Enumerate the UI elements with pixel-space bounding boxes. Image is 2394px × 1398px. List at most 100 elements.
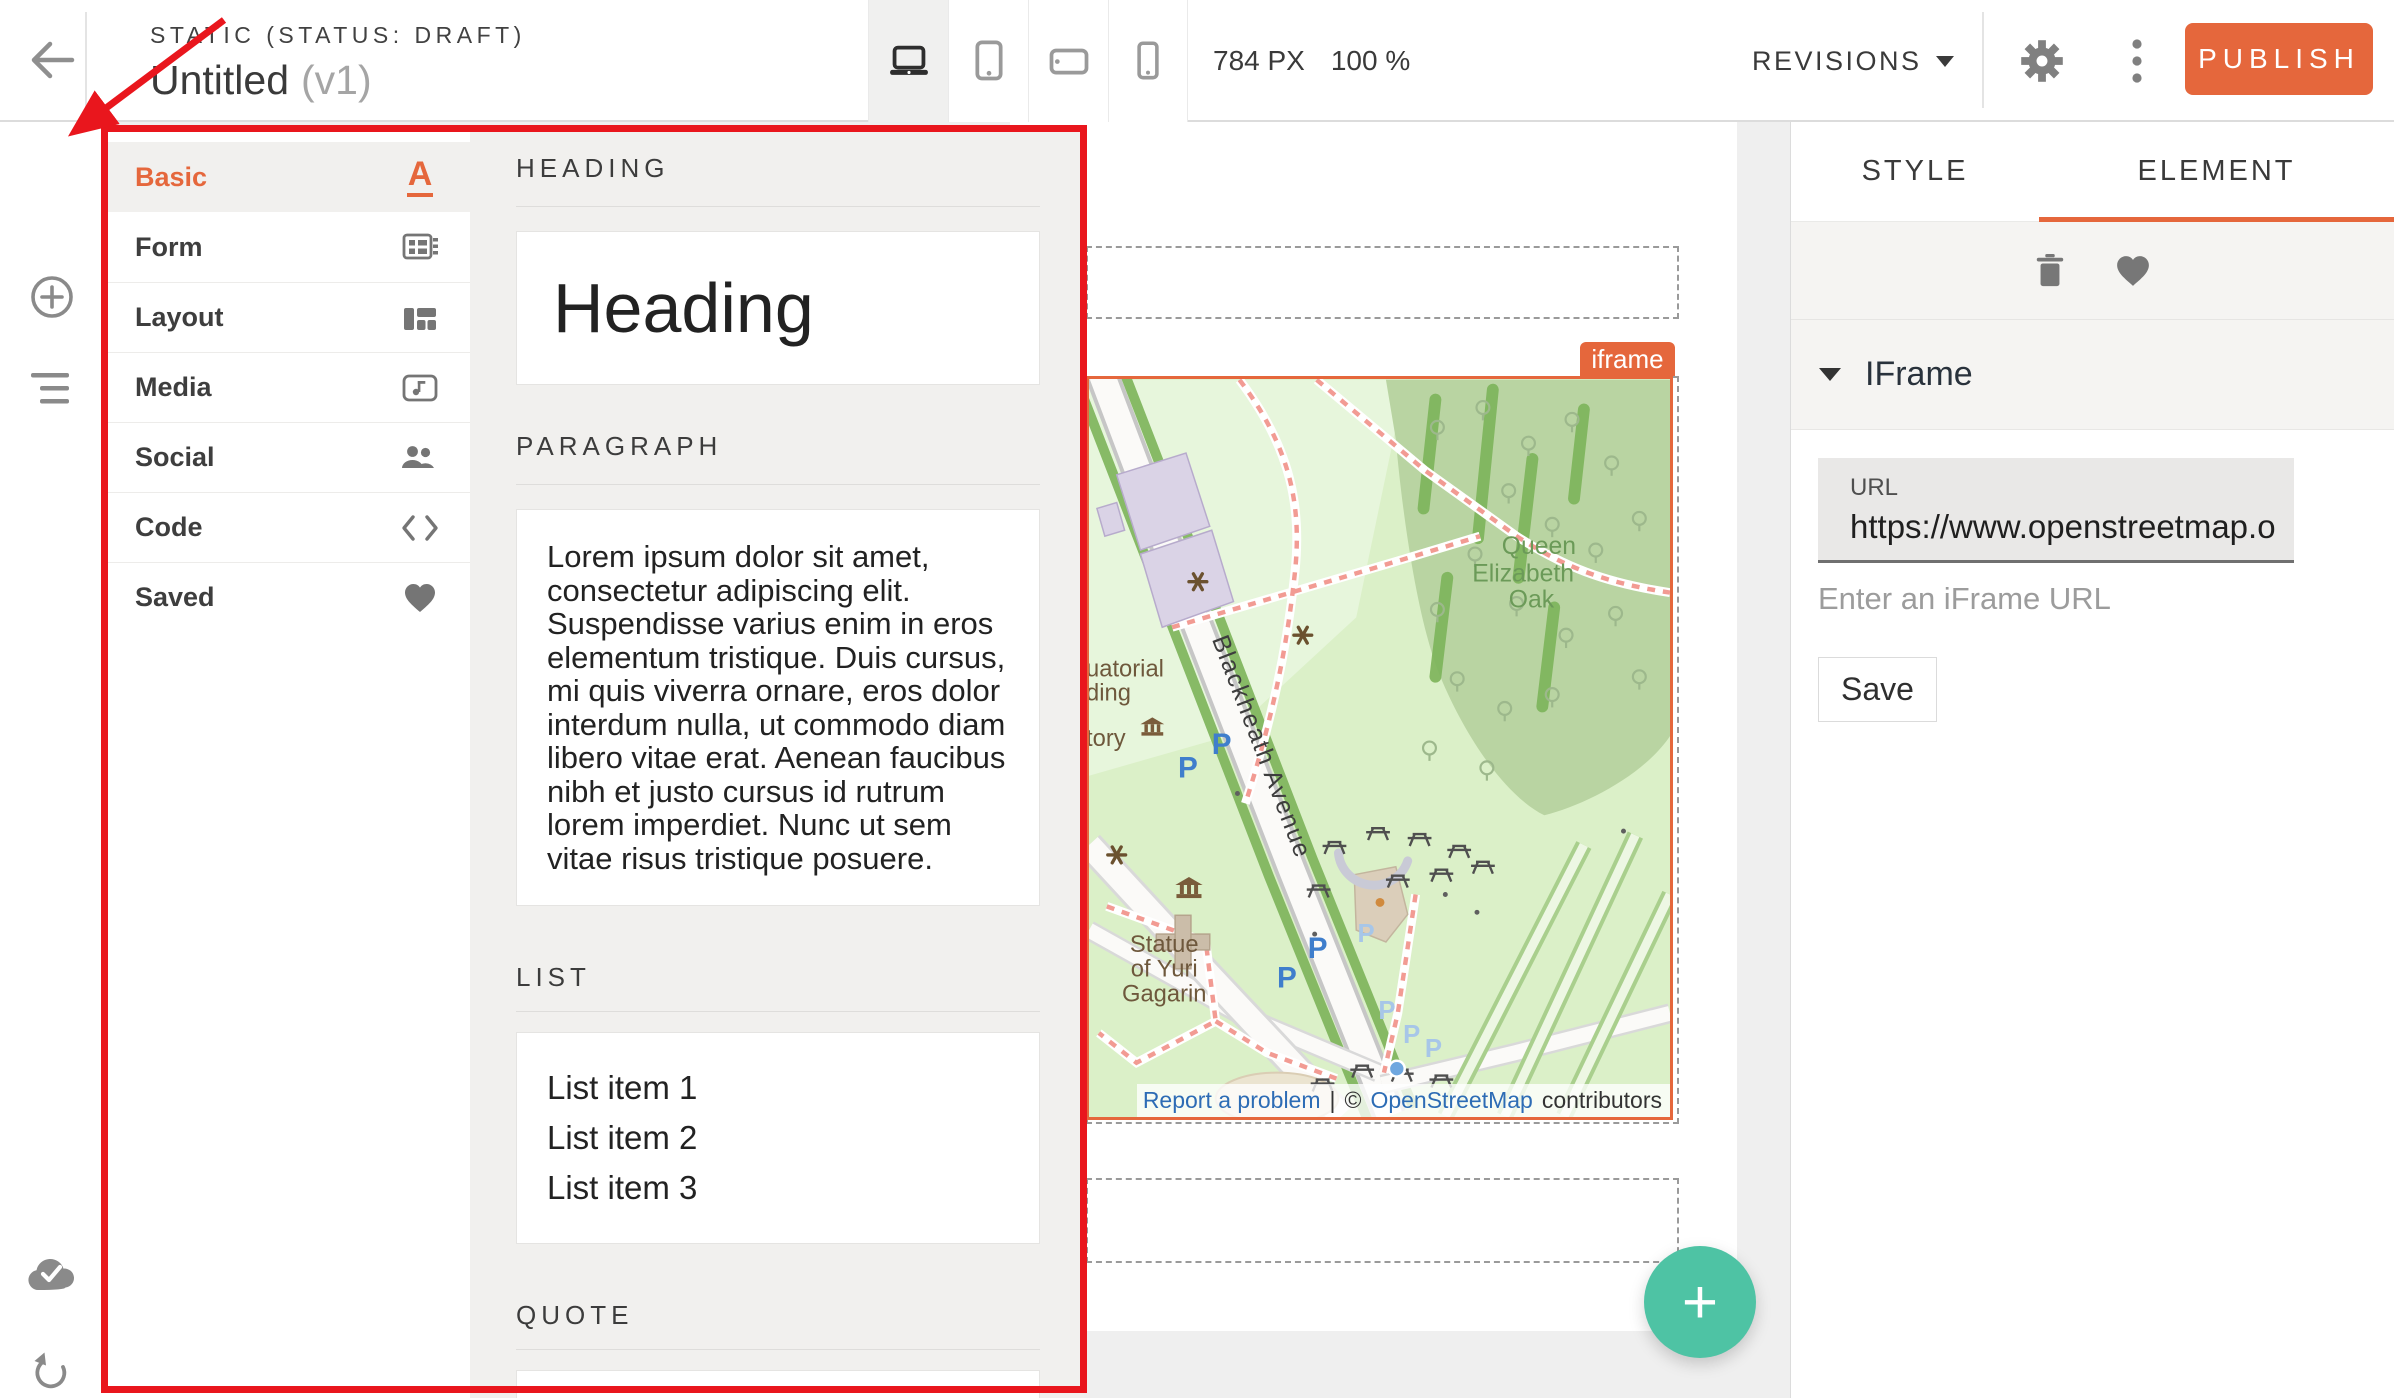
viewport-width-value: 784 PX [1213, 45, 1305, 77]
gear-icon [2016, 35, 2068, 87]
phone-icon [1128, 40, 1168, 82]
list-lines-icon [31, 373, 69, 407]
tab-style[interactable]: STYLE [1791, 122, 2039, 221]
list-item-preview: List item 2 [547, 1113, 1009, 1163]
osm-map-preview: P P P P P P P P Queen Elizabeth Oak [1089, 379, 1670, 1117]
parking-marker: P [1425, 1035, 1442, 1063]
topbar-divider [1982, 12, 1984, 108]
drop-zone-top[interactable] [1086, 246, 1679, 319]
attribution-separator: | [1330, 1087, 1336, 1114]
parking-marker: P [1378, 997, 1395, 1025]
tab-element[interactable]: ELEMENT [2039, 122, 2394, 221]
openstreetmap-link[interactable]: OpenStreetMap [1370, 1087, 1532, 1114]
map-attribution: Report a problem | © OpenStreetMap contr… [1137, 1084, 1670, 1117]
inspector-tabs: STYLE ELEMENT [1791, 122, 2394, 222]
paragraph-element-card[interactable]: Lorem ipsum dolor sit amet, consectetur … [516, 509, 1040, 906]
publish-button[interactable]: PUBLISH [2185, 23, 2373, 95]
collapse-caret-icon [1819, 368, 1841, 381]
element-categories: Basic A Form [101, 125, 470, 1398]
inspector-panel: STYLE ELEMENT IFrame URL [1790, 122, 2394, 1398]
code-icon [400, 510, 440, 546]
element-actions [1791, 222, 2394, 320]
add-element-button[interactable] [30, 275, 74, 324]
revisions-dropdown[interactable]: REVISIONS [1752, 0, 1954, 122]
layers-outline-button[interactable] [31, 373, 69, 412]
device-preview-switcher [868, 0, 1188, 122]
category-social[interactable]: Social [101, 422, 470, 492]
zoom-level-value: 100 % [1331, 45, 1410, 77]
page-title[interactable]: Untitled [150, 57, 289, 103]
laptop-icon [887, 41, 931, 81]
category-media[interactable]: Media [101, 352, 470, 422]
page-title-block: STATIC (STATUS: DRAFT) Untitled (v1) [150, 22, 526, 104]
map-label-oak: Oak [1509, 586, 1555, 613]
top-bar: STATIC (STATUS: DRAFT) Untitled (v1) [0, 0, 2394, 122]
parking-marker: P [1403, 1021, 1420, 1049]
text-a-icon: A [400, 159, 440, 195]
section-divider [516, 206, 1040, 207]
iframe-element-map[interactable]: P P P P P P P P Queen Elizabeth Oak [1086, 376, 1673, 1120]
iframe-settings-group[interactable]: IFrame [1791, 320, 2394, 430]
section-label-list: LIST [516, 962, 1040, 993]
topbar-divider [85, 12, 87, 108]
settings-button[interactable] [2010, 0, 2074, 122]
section-label-paragraph: PARAGRAPH [516, 431, 1040, 462]
layout-icon [400, 300, 440, 336]
drop-zone-bottom[interactable] [1086, 1178, 1679, 1263]
category-saved[interactable]: Saved [101, 562, 470, 632]
url-field-label: URL [1850, 474, 2276, 502]
add-section-fab[interactable]: + [1644, 1246, 1756, 1358]
cloud-saved-icon [25, 1254, 77, 1294]
group-title: IFrame [1865, 355, 1973, 394]
list-element-card[interactable]: List item 1 List item 2 List item 3 [516, 1032, 1040, 1244]
device-tablet-landscape-button[interactable] [1028, 0, 1108, 122]
report-problem-link[interactable]: Report a problem [1143, 1087, 1321, 1114]
section-label-quote: QUOTE [516, 1300, 1040, 1331]
category-form[interactable]: Form [101, 212, 470, 282]
quote-element-card[interactable]: Block Quote [516, 1370, 1040, 1398]
list-item-preview: List item 1 [547, 1063, 1009, 1113]
save-button[interactable]: Save [1818, 657, 1937, 722]
tablet-landscape-icon [1048, 40, 1090, 82]
element-panel: Basic A Form [101, 125, 1084, 1398]
map-label-statue: Statue [1130, 931, 1199, 958]
form-icon [400, 229, 440, 265]
parking-marker: P [1212, 728, 1232, 761]
favorite-element-button[interactable] [2113, 253, 2153, 289]
tablet-portrait-icon [968, 40, 1010, 82]
page-version: (v1) [301, 57, 372, 103]
delete-element-button[interactable] [2033, 252, 2067, 290]
section-label-heading: HEADING [516, 153, 1040, 184]
more-options-button[interactable] [2105, 0, 2169, 122]
map-label-statue: Gagarin [1122, 980, 1207, 1007]
url-input[interactable]: URL https://www.openstreetmap.org/ex [1818, 458, 2294, 563]
section-divider [516, 1349, 1040, 1350]
map-label-queen: Queen [1502, 533, 1576, 560]
map-label-elizabeth: Elizabeth [1472, 561, 1574, 588]
selected-element-tag[interactable]: iframe [1580, 342, 1675, 376]
parking-marker: P [1178, 752, 1198, 785]
autosave-status [25, 1254, 77, 1299]
category-basic[interactable]: Basic A [101, 142, 470, 212]
device-phone-button[interactable] [1108, 0, 1188, 122]
undo-button[interactable] [30, 1351, 72, 1398]
parking-marker: P [1308, 932, 1328, 965]
undo-icon [30, 1351, 72, 1393]
device-tablet-button[interactable] [948, 0, 1028, 122]
page-status-label: STATIC (STATUS: DRAFT) [150, 22, 526, 49]
category-layout[interactable]: Layout [101, 282, 470, 352]
category-code[interactable]: Code [101, 492, 470, 562]
left-toolbar [0, 122, 101, 1398]
plus-circle-icon [30, 275, 74, 319]
heart-icon [400, 580, 440, 616]
social-people-icon [400, 440, 440, 476]
media-icon [400, 370, 440, 406]
map-label-partial: tory [1089, 725, 1126, 752]
url-helper-text: Enter an iFrame URL [1818, 581, 2367, 617]
back-button[interactable] [28, 38, 76, 82]
page-builder-app: STATIC (STATUS: DRAFT) Untitled (v1) [0, 0, 2394, 1398]
revisions-label: REVISIONS [1752, 46, 1922, 77]
heading-element-card[interactable]: Heading [516, 231, 1040, 385]
chevron-down-icon [1936, 56, 1954, 67]
device-desktop-button[interactable] [868, 0, 948, 122]
